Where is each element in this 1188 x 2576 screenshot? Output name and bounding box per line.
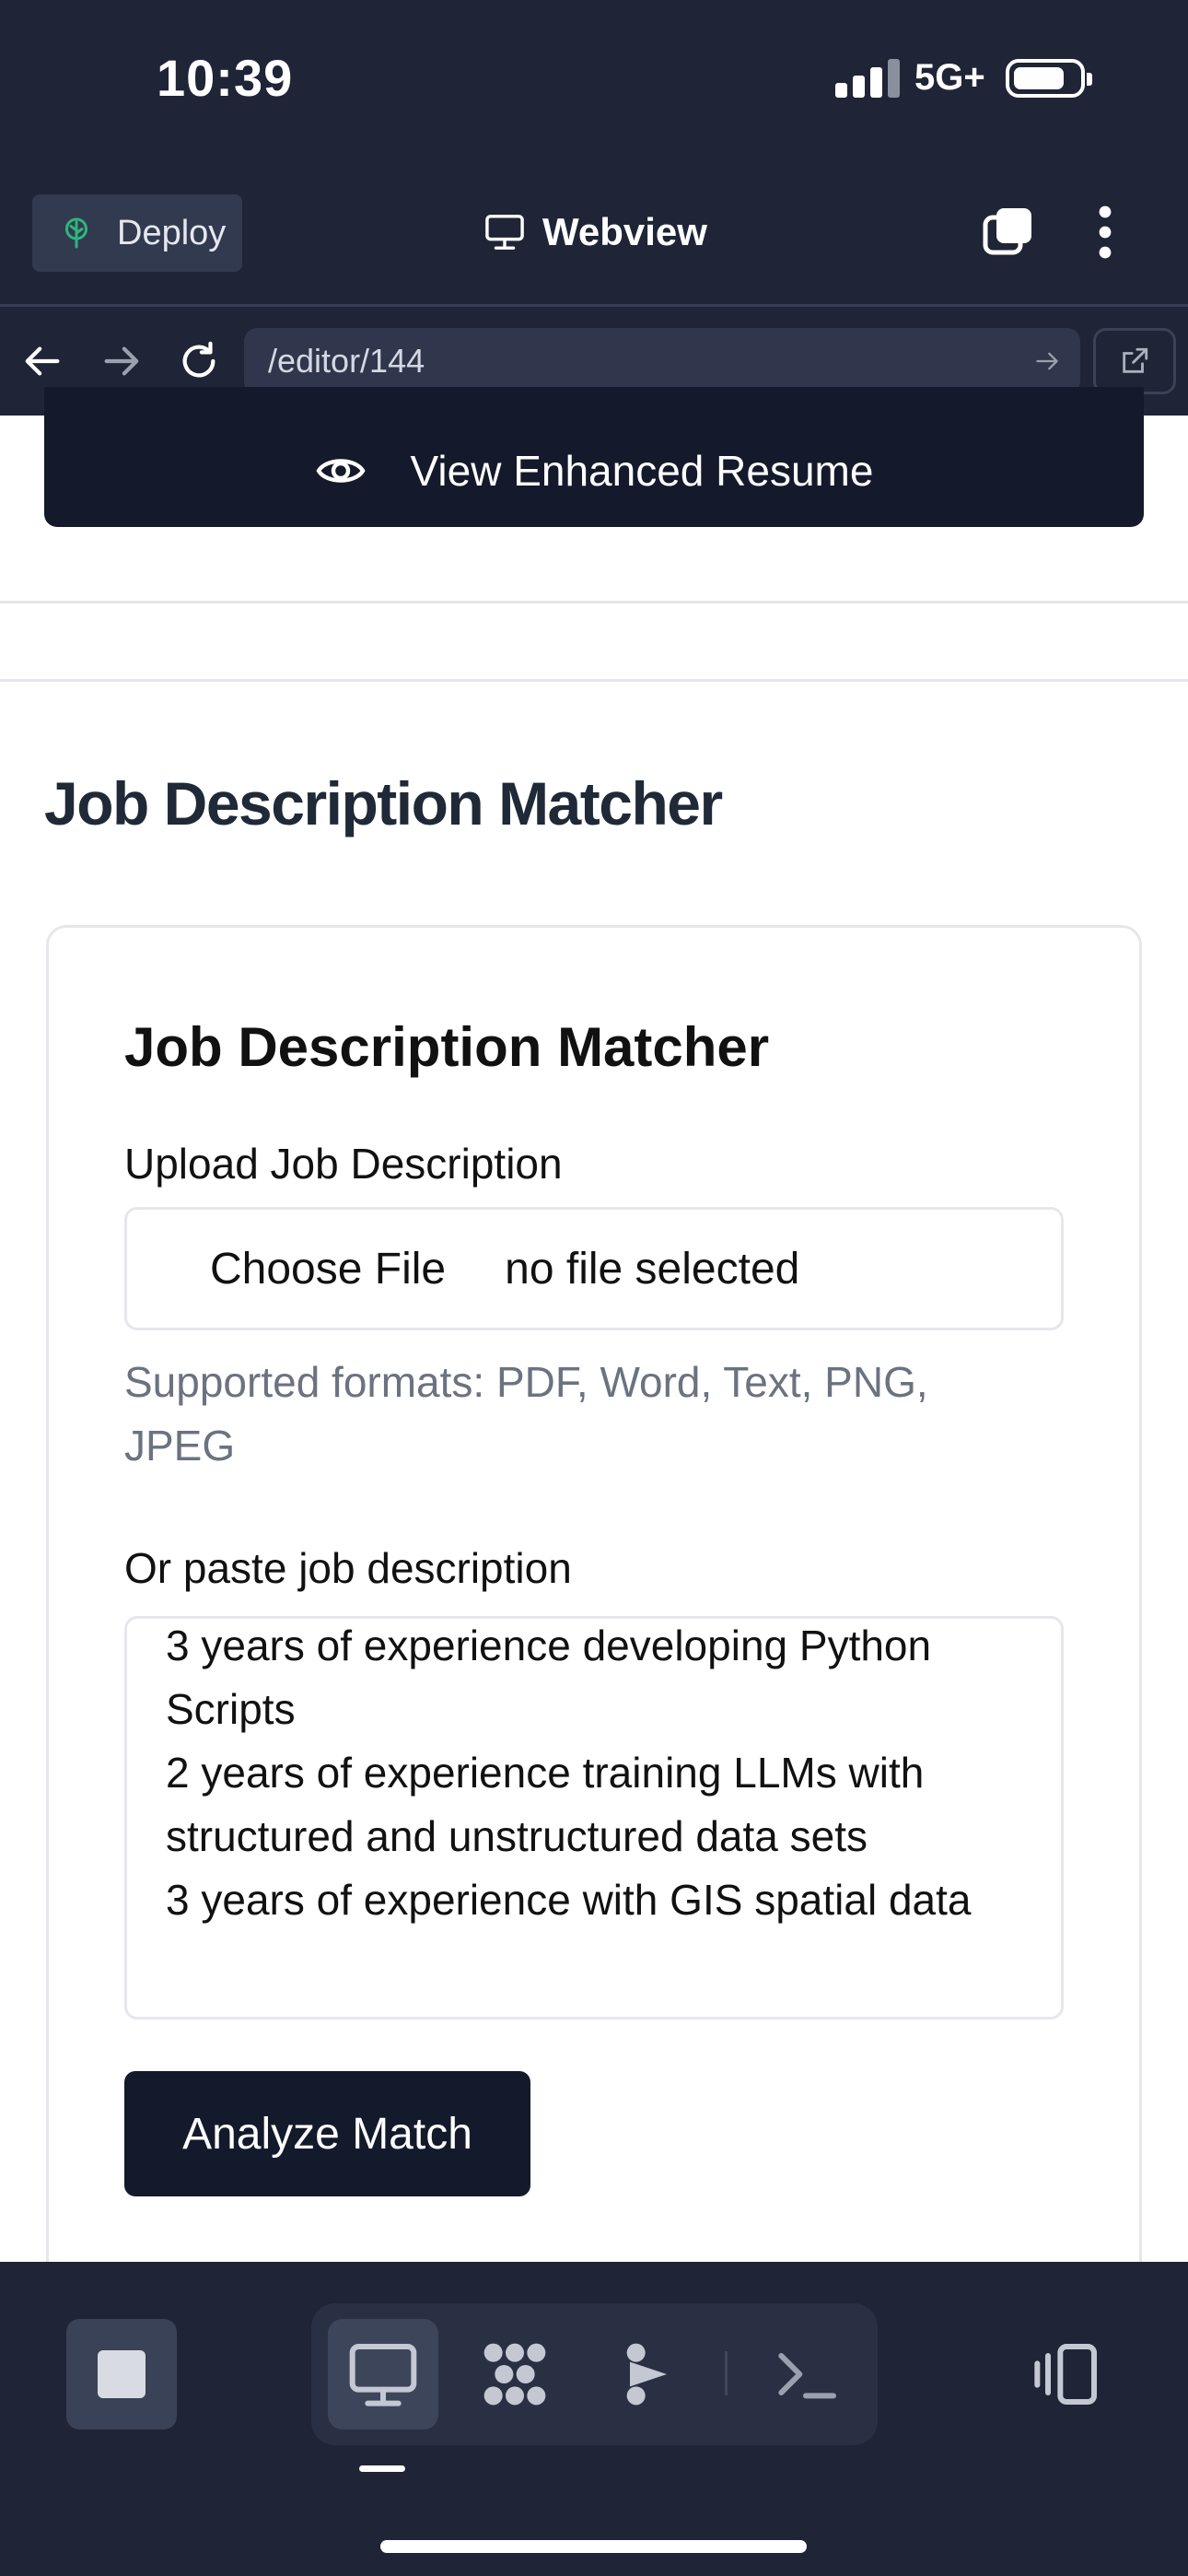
back-arrow-icon[interactable] <box>22 340 64 382</box>
deploy-label: Deploy <box>117 213 227 252</box>
choose-file-button[interactable]: Choose File <box>210 1244 446 1294</box>
webview-title: Webview <box>483 205 707 260</box>
url-text: /editor/144 <box>268 342 425 380</box>
signal-strength-icon <box>835 59 900 98</box>
ai-agent-icon[interactable] <box>611 2337 685 2411</box>
url-input[interactable]: /editor/144 <box>244 328 1080 394</box>
monitor-icon <box>485 215 524 250</box>
webview-title-label: Webview <box>542 210 707 253</box>
chrome-divider <box>0 304 1188 307</box>
apps-grid-icon[interactable] <box>478 2337 552 2411</box>
device-toggle-icon[interactable] <box>1030 2337 1103 2411</box>
desktop-icon[interactable] <box>346 2337 420 2411</box>
section-divider <box>0 601 1188 603</box>
deploy-tree-icon <box>65 217 87 249</box>
go-arrow-icon[interactable] <box>1034 348 1060 374</box>
home-indicator[interactable] <box>380 2540 807 2553</box>
job-description-textarea[interactable]: 3 years of experience developing Python … <box>124 1616 1064 2020</box>
paste-label: Or paste job description <box>124 1544 572 1592</box>
forward-arrow-icon[interactable] <box>99 340 142 382</box>
tabs-icon[interactable] <box>980 205 1035 260</box>
job-description-text: 3 years of experience developing Python … <box>166 1622 972 1924</box>
network-type: 5G+ <box>914 57 985 98</box>
toolbar-separator <box>725 2351 728 2395</box>
stop-icon <box>98 2350 146 2398</box>
more-options-icon[interactable] <box>1092 205 1118 260</box>
active-tab-indicator <box>359 2465 405 2472</box>
section-divider <box>0 679 1188 682</box>
analyze-match-button[interactable]: Analyze Match <box>124 2071 530 2196</box>
analyze-match-label: Analyze Match <box>182 2109 472 2159</box>
stop-button[interactable] <box>66 2319 177 2430</box>
terminal-icon[interactable] <box>769 2337 843 2411</box>
file-upload-input[interactable]: Choose File no file selected <box>124 1207 1064 1330</box>
open-external-button[interactable] <box>1093 328 1176 394</box>
section-title: Job Description Matcher <box>44 769 723 837</box>
reload-icon[interactable] <box>178 340 220 382</box>
battery-icon <box>1006 59 1092 98</box>
status-time: 10:39 <box>157 49 294 107</box>
deploy-button[interactable]: Deploy <box>32 194 242 272</box>
view-enhanced-resume-button[interactable]: View Enhanced Resume <box>44 387 1144 527</box>
upload-label: Upload Job Description <box>124 1140 563 1188</box>
view-enhanced-resume-label: View Enhanced Resume <box>410 447 874 495</box>
card-title: Job Description Matcher <box>124 1016 770 1078</box>
eye-icon <box>316 459 366 483</box>
supported-formats-text: Supported formats: PDF, Word, Text, PNG,… <box>124 1358 928 1469</box>
file-status: no file selected <box>505 1244 800 1294</box>
external-link-icon <box>1123 347 1148 373</box>
